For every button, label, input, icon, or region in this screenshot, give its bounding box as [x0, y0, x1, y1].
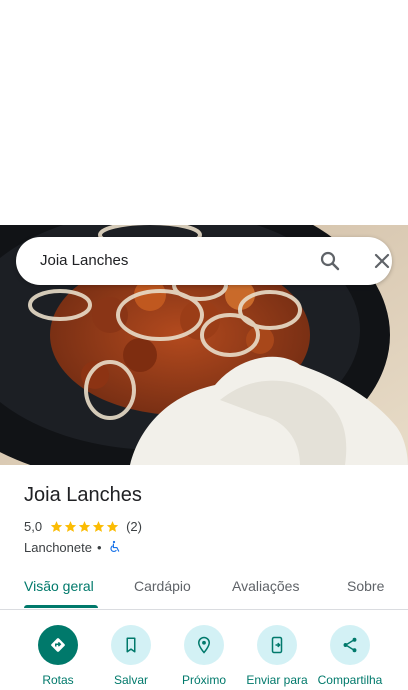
- search-bar[interactable]: Joia Lanches: [16, 237, 392, 285]
- star-icon: [50, 520, 63, 532]
- star-icon: [78, 520, 91, 532]
- directions-icon: [38, 625, 78, 665]
- wheelchair-accessible-icon: [109, 540, 119, 553]
- tab-menu[interactable]: Cardápio: [134, 578, 191, 594]
- rating-value: 5,0: [24, 518, 43, 534]
- share-label: Compartilha: [317, 673, 383, 687]
- share-button[interactable]: Compartilha: [312, 625, 388, 689]
- search-input[interactable]: Joia Lanches: [40, 252, 128, 269]
- star-rating: [50, 520, 120, 533]
- separator: •: [96, 539, 102, 555]
- tab-overview[interactable]: Visão geral: [24, 578, 94, 594]
- bookmark-icon: [111, 625, 151, 665]
- review-count[interactable]: (2): [126, 519, 142, 534]
- category-row: Lanchonete •: [24, 539, 121, 555]
- active-tab-indicator: [24, 605, 98, 608]
- tab-about[interactable]: Sobre: [347, 578, 384, 594]
- tab-reviews[interactable]: Avaliações: [232, 578, 299, 594]
- category-label: Lanchonete: [24, 539, 92, 555]
- place-page: Joia Lanches Joia Lanches 5,0 (2) Lancho…: [0, 0, 408, 690]
- nearby-icon: [184, 625, 224, 665]
- send-to-phone-icon: [257, 625, 297, 665]
- close-icon[interactable]: [370, 249, 394, 273]
- rating-row[interactable]: 5,0 (2): [24, 517, 142, 535]
- star-icon: [106, 520, 119, 532]
- search-icon[interactable]: [318, 249, 342, 273]
- star-icon: [64, 520, 77, 532]
- place-title: Joia Lanches: [24, 484, 142, 506]
- tab-bar: Visão geral Cardápio Avaliações Sobre: [0, 566, 408, 610]
- star-icon: [92, 520, 105, 532]
- share-icon: [330, 625, 370, 665]
